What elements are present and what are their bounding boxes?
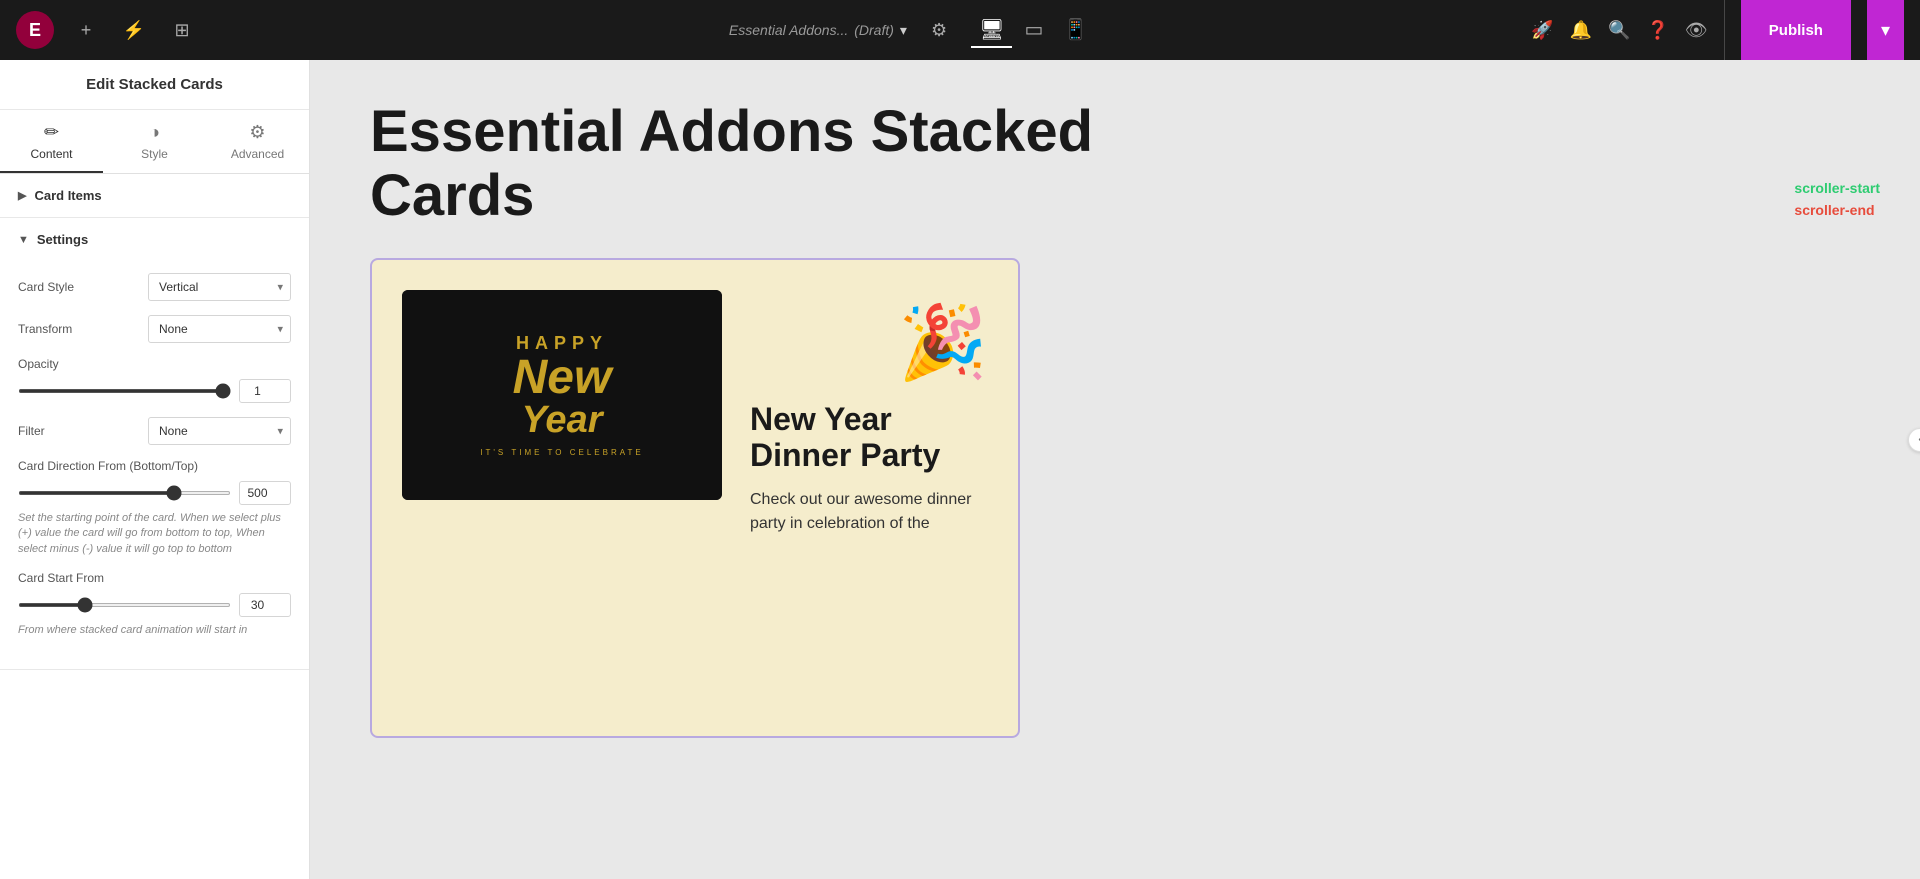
customize-button[interactable]: ⚡	[118, 14, 150, 46]
topbar: E + ⚡ ⊞ Essential Addons... (Draft) ▾ ⚙ …	[0, 0, 1920, 60]
settings-toggle-icon: ▼	[18, 234, 29, 246]
layers-button[interactable]: ⊞	[166, 14, 198, 46]
card-start-from-hint: From where stacked card animation will s…	[18, 623, 291, 638]
card-start-from-slider[interactable]	[18, 603, 231, 607]
party-icon: 🎉	[750, 300, 988, 385]
tab-advanced[interactable]: ⚙ Advanced	[206, 110, 309, 173]
card-right: 🎉 New Year Dinner Party Check out our aw…	[722, 290, 988, 557]
style-tab-icon: ◑	[149, 122, 160, 143]
happy-newyear-image: HAPPY New Year IT'S TIME TO CELEBRATE	[402, 290, 722, 500]
card-style-label: Card Style	[18, 280, 148, 294]
transform-control: None Scale Rotate ▾	[148, 315, 291, 343]
card-title: New Year Dinner Party	[750, 401, 988, 475]
card-items-section: ▶ Card Items	[0, 174, 309, 218]
card-left: HAPPY New Year IT'S TIME TO CELEBRATE	[402, 290, 722, 500]
page-settings-button[interactable]: ⚙	[931, 20, 947, 41]
tab-advanced-label: Advanced	[231, 147, 284, 161]
hny-new-text: New	[513, 356, 612, 399]
transform-row: Transform None Scale Rotate ▾	[18, 315, 291, 343]
hny-subtitle-text: IT'S TIME TO CELEBRATE	[480, 448, 643, 457]
advanced-tab-icon: ⚙	[249, 122, 265, 143]
card-direction-control: 500	[18, 481, 291, 505]
card-direction-hint: Set the starting point of the card. When…	[18, 511, 291, 557]
publish-divider	[1724, 0, 1725, 60]
tab-style-label: Style	[141, 147, 168, 161]
card-direction-label: Card Direction From (Bottom/Top)	[18, 459, 291, 473]
filter-row: Filter None Blur Grayscale ▾	[18, 417, 291, 445]
tab-content[interactable]: ✏ Content	[0, 110, 103, 173]
filter-control: None Blur Grayscale ▾	[148, 417, 291, 445]
draft-label: (Draft)	[854, 22, 894, 38]
opacity-slider[interactable]	[18, 389, 231, 393]
settings-body: Card Style Vertical Horizontal Overlay ▾	[0, 261, 309, 669]
card-image: HAPPY New Year IT'S TIME TO CELEBRATE	[402, 290, 722, 500]
sidebar: Edit Stacked Cards ✏ Content ◑ Style ⚙ A…	[0, 60, 310, 879]
device-desktop-button[interactable]: 🖥	[971, 13, 1012, 48]
card-start-from-control: 30	[18, 593, 291, 617]
card-direction-row: Card Direction From (Bottom/Top) 500 Set…	[18, 459, 291, 557]
preview-area: Essential Addons Stacked Cards HAPPY New…	[310, 60, 1920, 879]
tab-style[interactable]: ◑ Style	[103, 110, 206, 173]
card-items-toggle-icon: ▶	[18, 189, 26, 202]
preview-content: Essential Addons Stacked Cards HAPPY New…	[310, 60, 1920, 778]
settings-header[interactable]: ▼ Settings	[0, 218, 309, 261]
filter-label: Filter	[18, 424, 148, 438]
page-title-text: Essential Addons...	[729, 22, 848, 38]
history-button[interactable]: 🚀	[1531, 20, 1553, 41]
opacity-number-input[interactable]: 1	[239, 379, 291, 403]
card-style-control: Vertical Horizontal Overlay ▾	[148, 273, 291, 301]
topbar-left: E + ⚡ ⊞	[0, 11, 310, 49]
settings-label: Settings	[37, 232, 88, 247]
device-buttons: 🖥 ▭ 📱	[971, 13, 1096, 48]
filter-select[interactable]: None Blur Grayscale	[148, 417, 291, 445]
card-direction-number-input[interactable]: 500	[239, 481, 291, 505]
card-description: Check out our awesome dinner party in ce…	[750, 488, 988, 536]
add-button[interactable]: +	[70, 14, 102, 46]
transform-label: Transform	[18, 322, 148, 336]
transform-select[interactable]: None Scale Rotate	[148, 315, 291, 343]
settings-section: ▼ Settings Card Style Vertical Horizonta…	[0, 218, 309, 670]
card-start-from-number-input[interactable]: 30	[239, 593, 291, 617]
hny-year-text: Year	[522, 399, 603, 442]
card-direction-slider[interactable]	[18, 491, 231, 495]
card-items-label: Card Items	[34, 188, 101, 203]
scroller-end-label: scroller-end	[1794, 202, 1880, 218]
preview-button[interactable]: 👁	[1685, 20, 1708, 41]
search-button[interactable]: 🔍	[1608, 20, 1630, 41]
preview-page-title: Essential Addons Stacked Cards	[370, 100, 1093, 228]
main-area: Edit Stacked Cards ✏ Content ◑ Style ⚙ A…	[0, 60, 1920, 879]
publish-dropdown-button[interactable]: ▾	[1867, 0, 1904, 60]
elementor-logo[interactable]: E	[16, 11, 54, 49]
preview-title-line1: Essential Addons Stacked	[370, 99, 1093, 164]
topbar-center: Essential Addons... (Draft) ▾ ⚙ 🖥 ▭ 📱	[310, 13, 1515, 48]
device-mobile-button[interactable]: 📱	[1055, 13, 1096, 48]
card-start-from-row: Card Start From 30 From where stacked ca…	[18, 571, 291, 638]
help-button[interactable]: ❓	[1647, 20, 1669, 41]
publish-button[interactable]: Publish	[1741, 0, 1851, 60]
card-style-row: Card Style Vertical Horizontal Overlay ▾	[18, 273, 291, 301]
sidebar-tabs: ✏ Content ◑ Style ⚙ Advanced	[0, 110, 309, 174]
card-start-from-label: Card Start From	[18, 571, 291, 585]
card-style-select[interactable]: Vertical Horizontal Overlay	[148, 273, 291, 301]
preview-title-line2: Cards	[370, 163, 534, 228]
opacity-control: 1	[18, 379, 291, 403]
opacity-label: Opacity	[18, 357, 291, 371]
content-tab-icon: ✏	[44, 122, 59, 143]
panel-content: ▶ Card Items ▼ Settings Card Style	[0, 174, 309, 879]
topbar-right: 🚀 🔔 🔍 ❓ 👁 Publish ▾	[1515, 0, 1920, 60]
scroller-labels: scroller-start scroller-end	[1794, 180, 1880, 218]
scroller-start-label: scroller-start	[1794, 180, 1880, 196]
tab-content-label: Content	[30, 147, 72, 161]
card-items-header[interactable]: ▶ Card Items	[0, 174, 309, 217]
device-tablet-button[interactable]: ▭	[1016, 13, 1051, 48]
sidebar-header: Edit Stacked Cards	[0, 60, 309, 110]
notifications-button[interactable]: 🔔	[1570, 20, 1592, 41]
page-title-button[interactable]: Essential Addons... (Draft) ▾	[729, 22, 907, 39]
opacity-row: Opacity 1	[18, 357, 291, 403]
stacked-card[interactable]: HAPPY New Year IT'S TIME TO CELEBRATE 🎉 …	[370, 258, 1020, 738]
